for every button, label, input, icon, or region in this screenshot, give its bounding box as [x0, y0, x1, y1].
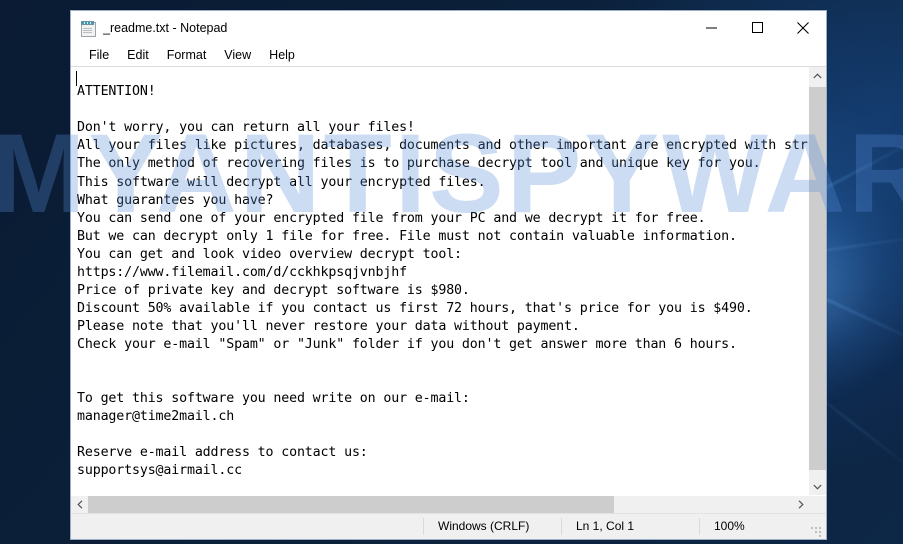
- scrollbar-corner: [809, 496, 826, 513]
- scroll-right-button[interactable]: [792, 496, 809, 513]
- text-editor[interactable]: ATTENTION! Don't worry, you can return a…: [71, 67, 808, 495]
- maximize-button[interactable]: [734, 12, 780, 44]
- scroll-up-button[interactable]: [809, 67, 826, 84]
- menu-bar: File Edit Format View Help: [71, 44, 826, 66]
- resize-grip-icon[interactable]: [811, 527, 821, 537]
- menu-item-view[interactable]: View: [215, 44, 260, 66]
- vertical-scroll-thumb[interactable]: [809, 87, 826, 470]
- vertical-scroll-track[interactable]: [809, 84, 826, 478]
- menu-item-help[interactable]: Help: [260, 44, 304, 66]
- chevron-up-icon: [813, 72, 822, 78]
- notepad-window: _readme.txt - Notepad File Edit Format V…: [70, 10, 827, 540]
- status-zoom-value: 100%: [714, 519, 745, 533]
- chevron-left-icon: [76, 500, 82, 509]
- status-line-ending: Windows (CRLF): [423, 518, 561, 535]
- notepad-icon: [80, 20, 96, 37]
- minimize-button[interactable]: [688, 12, 734, 44]
- status-cursor-position: Ln 1, Col 1: [561, 518, 699, 535]
- window-title: _readme.txt - Notepad: [103, 20, 228, 35]
- status-bar: Windows (CRLF) Ln 1, Col 1 100%: [71, 513, 826, 539]
- ransom-note-text: ATTENTION! Don't worry, you can return a…: [77, 84, 808, 479]
- horizontal-scroll-track[interactable]: [88, 496, 792, 513]
- menu-item-file[interactable]: File: [80, 44, 118, 66]
- horizontal-scroll-thumb[interactable]: [88, 496, 614, 513]
- close-button[interactable]: [780, 12, 826, 44]
- menu-item-format[interactable]: Format: [158, 44, 216, 66]
- scroll-left-button[interactable]: [71, 496, 88, 513]
- scroll-down-button[interactable]: [809, 478, 826, 495]
- close-icon: [797, 21, 809, 34]
- maximize-icon: [751, 22, 763, 33]
- title-bar[interactable]: _readme.txt - Notepad: [71, 11, 826, 44]
- vertical-scrollbar[interactable]: [808, 67, 826, 495]
- chevron-down-icon: [813, 484, 822, 490]
- status-zoom-level: 100%: [699, 518, 826, 537]
- menu-item-edit[interactable]: Edit: [118, 44, 158, 66]
- chevron-right-icon: [798, 500, 804, 509]
- horizontal-scrollbar[interactable]: [71, 495, 826, 513]
- editor-area: ATTENTION! Don't worry, you can return a…: [71, 66, 826, 513]
- minimize-icon: [705, 27, 717, 29]
